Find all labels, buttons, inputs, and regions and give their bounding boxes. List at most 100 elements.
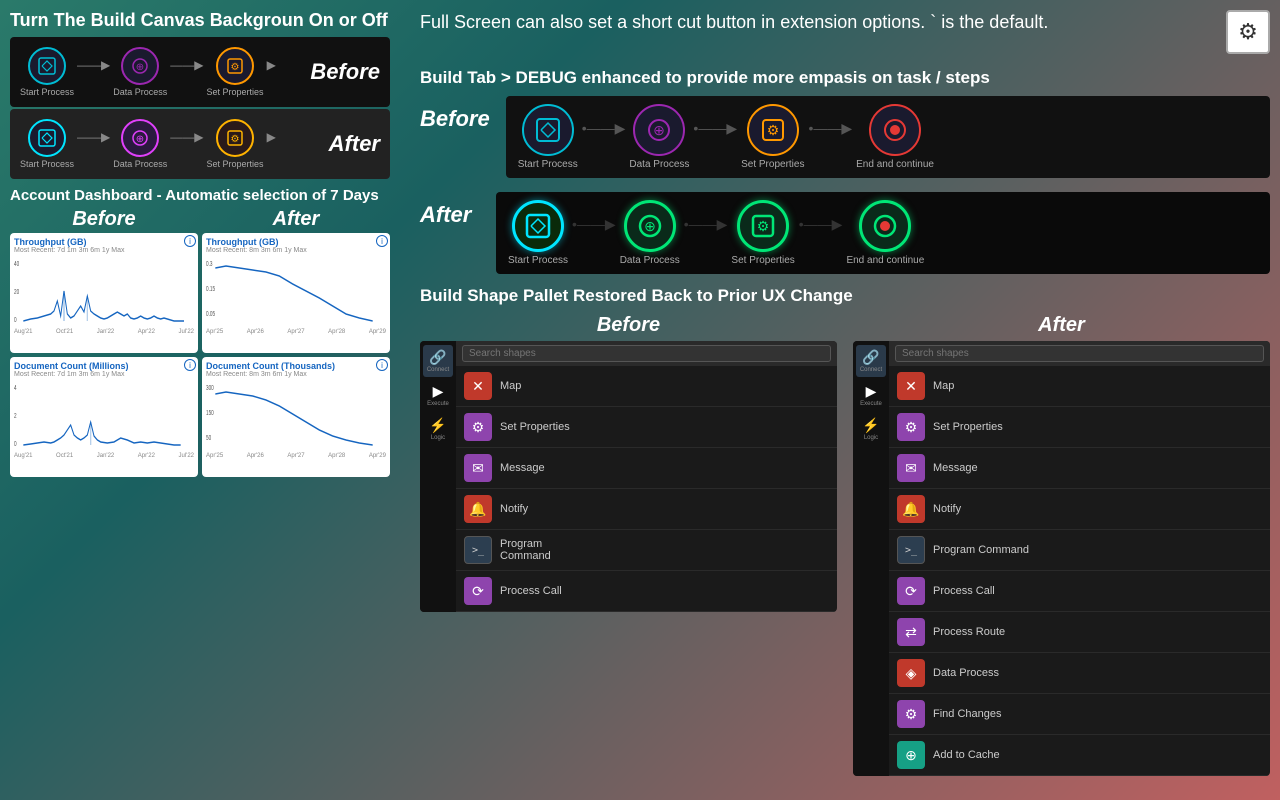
data-process-icon-after: ⊕ bbox=[121, 119, 159, 157]
arrow1-before: ——▶ bbox=[77, 58, 110, 72]
pallet-item-map-after[interactable]: ✕ Map bbox=[889, 366, 1270, 407]
flow-node-data-after: ⊕ Data Process bbox=[113, 119, 167, 169]
chart1-before-title: Throughput (GB) bbox=[14, 237, 194, 247]
debug-start-icon-after bbox=[512, 200, 564, 252]
pallet-item-addcache-after[interactable]: ⊕ Add to Cache bbox=[889, 735, 1270, 776]
chart1-after-info-icon[interactable]: i bbox=[376, 235, 388, 247]
svg-text:20: 20 bbox=[14, 289, 20, 296]
pallet-item-processroute-after[interactable]: ⇄ Process Route bbox=[889, 612, 1270, 653]
pallet-item-dataprocess-after[interactable]: ◈ Data Process bbox=[889, 653, 1270, 694]
pallet-item-message-after[interactable]: ✉ Message bbox=[889, 448, 1270, 489]
svg-text:⊕: ⊕ bbox=[136, 134, 144, 145]
pallet-sidebar-connect-after[interactable]: 🔗 Connect bbox=[856, 345, 886, 377]
notify-icon-after: 🔔 bbox=[897, 495, 925, 523]
charts-row-2: i Document Count (Millions) Most Recent:… bbox=[10, 357, 390, 477]
chart-doccount-after: i Document Count (Thousands) Most Recent… bbox=[202, 357, 390, 477]
message-icon-after: ✉ bbox=[897, 454, 925, 482]
chart-doccount-before: i Document Count (Millions) Most Recent:… bbox=[10, 357, 198, 477]
pallet-before-main: ✕ Map ⚙ Set Properties ✉ Message 🔔 bbox=[456, 341, 837, 612]
start-process-icon-before bbox=[28, 47, 66, 85]
connect-label-after: Connect bbox=[860, 367, 882, 373]
pallet-sidebar-logic-after[interactable]: ⚡ Logic bbox=[856, 413, 886, 445]
pallet-item-notify-before[interactable]: 🔔 Notify bbox=[456, 489, 837, 530]
findchanges-icon-after: ⚙ bbox=[897, 700, 925, 728]
chart1-before-info-icon[interactable]: i bbox=[184, 235, 196, 247]
svg-text:150: 150 bbox=[206, 410, 214, 417]
svg-text:0.15: 0.15 bbox=[206, 286, 216, 293]
debug-after-row: After Start Process •——▶ bbox=[420, 192, 1270, 274]
svg-text:4: 4 bbox=[14, 385, 17, 392]
arrow2-before: ——▶ bbox=[170, 58, 203, 72]
debug-before-label: Before bbox=[420, 96, 490, 132]
pallet-item-setprops-after[interactable]: ⚙ Set Properties bbox=[889, 407, 1270, 448]
pallet-after-sidebar: 🔗 Connect ▶ Execute ⚡ Logic bbox=[853, 341, 889, 776]
pallet-before-search-input[interactable] bbox=[462, 345, 831, 362]
gear-button[interactable]: ⚙ bbox=[1226, 10, 1270, 54]
chart2-before-info-icon[interactable]: i bbox=[184, 359, 196, 371]
connect-icon-before: 🔗 bbox=[429, 349, 446, 366]
setprops-label-after: Set Properties bbox=[933, 421, 1003, 433]
progcmd-icon-after: >_ bbox=[897, 536, 925, 564]
start-process-label-after: Start Process bbox=[20, 159, 74, 169]
pallet-before-sidebar: 🔗 Connect ▶ Execute ⚡ Logic bbox=[420, 341, 456, 612]
pallet-item-setprops-before[interactable]: ⚙ Set Properties bbox=[456, 407, 837, 448]
pallet-item-processcall-after[interactable]: ⟳ Process Call bbox=[889, 571, 1270, 612]
pallet-sidebar-execute-after[interactable]: ▶ Execute bbox=[856, 379, 886, 411]
processroute-label-after: Process Route bbox=[933, 626, 1005, 638]
pallet-after-search-input[interactable] bbox=[895, 345, 1264, 362]
progcmd-label-before: ProgramCommand bbox=[500, 538, 551, 562]
debug-arrow2-before: •——▶ bbox=[693, 120, 737, 137]
pallet-item-progcmd-before[interactable]: >_ ProgramCommand bbox=[456, 530, 837, 571]
debug-node-data-before: ⊕ Data Process bbox=[629, 104, 689, 170]
debug-arrow1-before: •——▶ bbox=[582, 120, 626, 137]
chart2-after-x-labels: Apr'25 Apr'26 Apr'27 Apr'28 Apr'29 bbox=[206, 453, 386, 459]
notify-label-before: Notify bbox=[500, 503, 528, 515]
x-label-4: Apr'22 bbox=[138, 329, 155, 335]
debug-section: Build Tab > DEBUG enhanced to provide mo… bbox=[420, 68, 1270, 274]
flow-after: Start Process ——▶ ⊕ Data Process ——▶ ⚙ bbox=[20, 119, 319, 169]
chart1-after-svg: 0.3 0.15 0.05 bbox=[206, 256, 386, 326]
debug-after-label: After bbox=[420, 192, 480, 228]
pallet-sidebar-logic-before[interactable]: ⚡ Logic bbox=[423, 413, 453, 445]
chart1-after-x-labels: Apr'25 Apr'26 Apr'27 Apr'28 Apr'29 bbox=[206, 329, 386, 335]
pallet-item-progcmd-after[interactable]: >_ Program Command bbox=[889, 530, 1270, 571]
debug-node-end-after: End and continue bbox=[846, 200, 924, 266]
data-process-label-after: Data Process bbox=[113, 159, 167, 169]
map-label-after: Map bbox=[933, 380, 954, 392]
debug-start-label-before: Start Process bbox=[518, 159, 578, 170]
pallet-item-processcall-before[interactable]: ⟳ Process Call bbox=[456, 571, 837, 612]
debug-node-data-after: ⊕ Data Process bbox=[620, 200, 680, 266]
pallet-item-map-before[interactable]: ✕ Map bbox=[456, 366, 837, 407]
map-icon-after: ✕ bbox=[897, 372, 925, 400]
debug-data-label-before: Data Process bbox=[629, 159, 689, 170]
after-label: After bbox=[329, 131, 380, 157]
chart2-after-svg: 300 150 50 bbox=[206, 380, 386, 450]
debug-arrow2-after: •——▶ bbox=[684, 216, 728, 233]
x-label-1: Aug'21 bbox=[14, 329, 33, 335]
setprops-icon-before: ⚙ bbox=[464, 413, 492, 441]
debug-data-icon-before: ⊕ bbox=[633, 104, 685, 156]
set-properties-icon-after: ⚙ bbox=[216, 119, 254, 157]
start-process-icon-after bbox=[28, 119, 66, 157]
pallet-before-panel: 🔗 Connect ▶ Execute ⚡ Logic bbox=[420, 341, 837, 612]
pallet-sidebar-connect-before[interactable]: 🔗 Connect bbox=[423, 345, 453, 377]
processcall-label-before: Process Call bbox=[500, 585, 562, 597]
x-label-5: Jul'22 bbox=[179, 329, 195, 335]
pallet-sidebar-execute-before[interactable]: ▶ Execute bbox=[423, 379, 453, 411]
pallet-item-message-before[interactable]: ✉ Message bbox=[456, 448, 837, 489]
chart2-before-x-labels: Aug'21 Oct'21 Jan'22 Apr'22 Jul'22 bbox=[14, 453, 194, 459]
execute-icon-before: ▶ bbox=[433, 383, 444, 400]
debug-node-start-before: Start Process bbox=[518, 104, 578, 170]
pallet-item-findchanges-after[interactable]: ⚙ Find Changes bbox=[889, 694, 1270, 735]
left-panel: Turn The Build Canvas Backgroun On or Of… bbox=[0, 0, 400, 800]
dashboard-title: Account Dashboard - Automatic selection … bbox=[10, 187, 390, 204]
pallet-before-search bbox=[456, 341, 837, 366]
pallet-item-notify-after[interactable]: 🔔 Notify bbox=[889, 489, 1270, 530]
start-process-label-before: Start Process bbox=[20, 87, 74, 97]
chart2-after-subtitle: Most Recent: 8m 3m 6m 1y Max bbox=[206, 371, 386, 378]
chart2-after-info-icon[interactable]: i bbox=[376, 359, 388, 371]
notify-icon-before: 🔔 bbox=[464, 495, 492, 523]
debug-arrow3-before: •——▶ bbox=[808, 120, 852, 137]
debug-data-icon-after: ⊕ bbox=[624, 200, 676, 252]
debug-end-label-before: End and continue bbox=[856, 159, 934, 170]
